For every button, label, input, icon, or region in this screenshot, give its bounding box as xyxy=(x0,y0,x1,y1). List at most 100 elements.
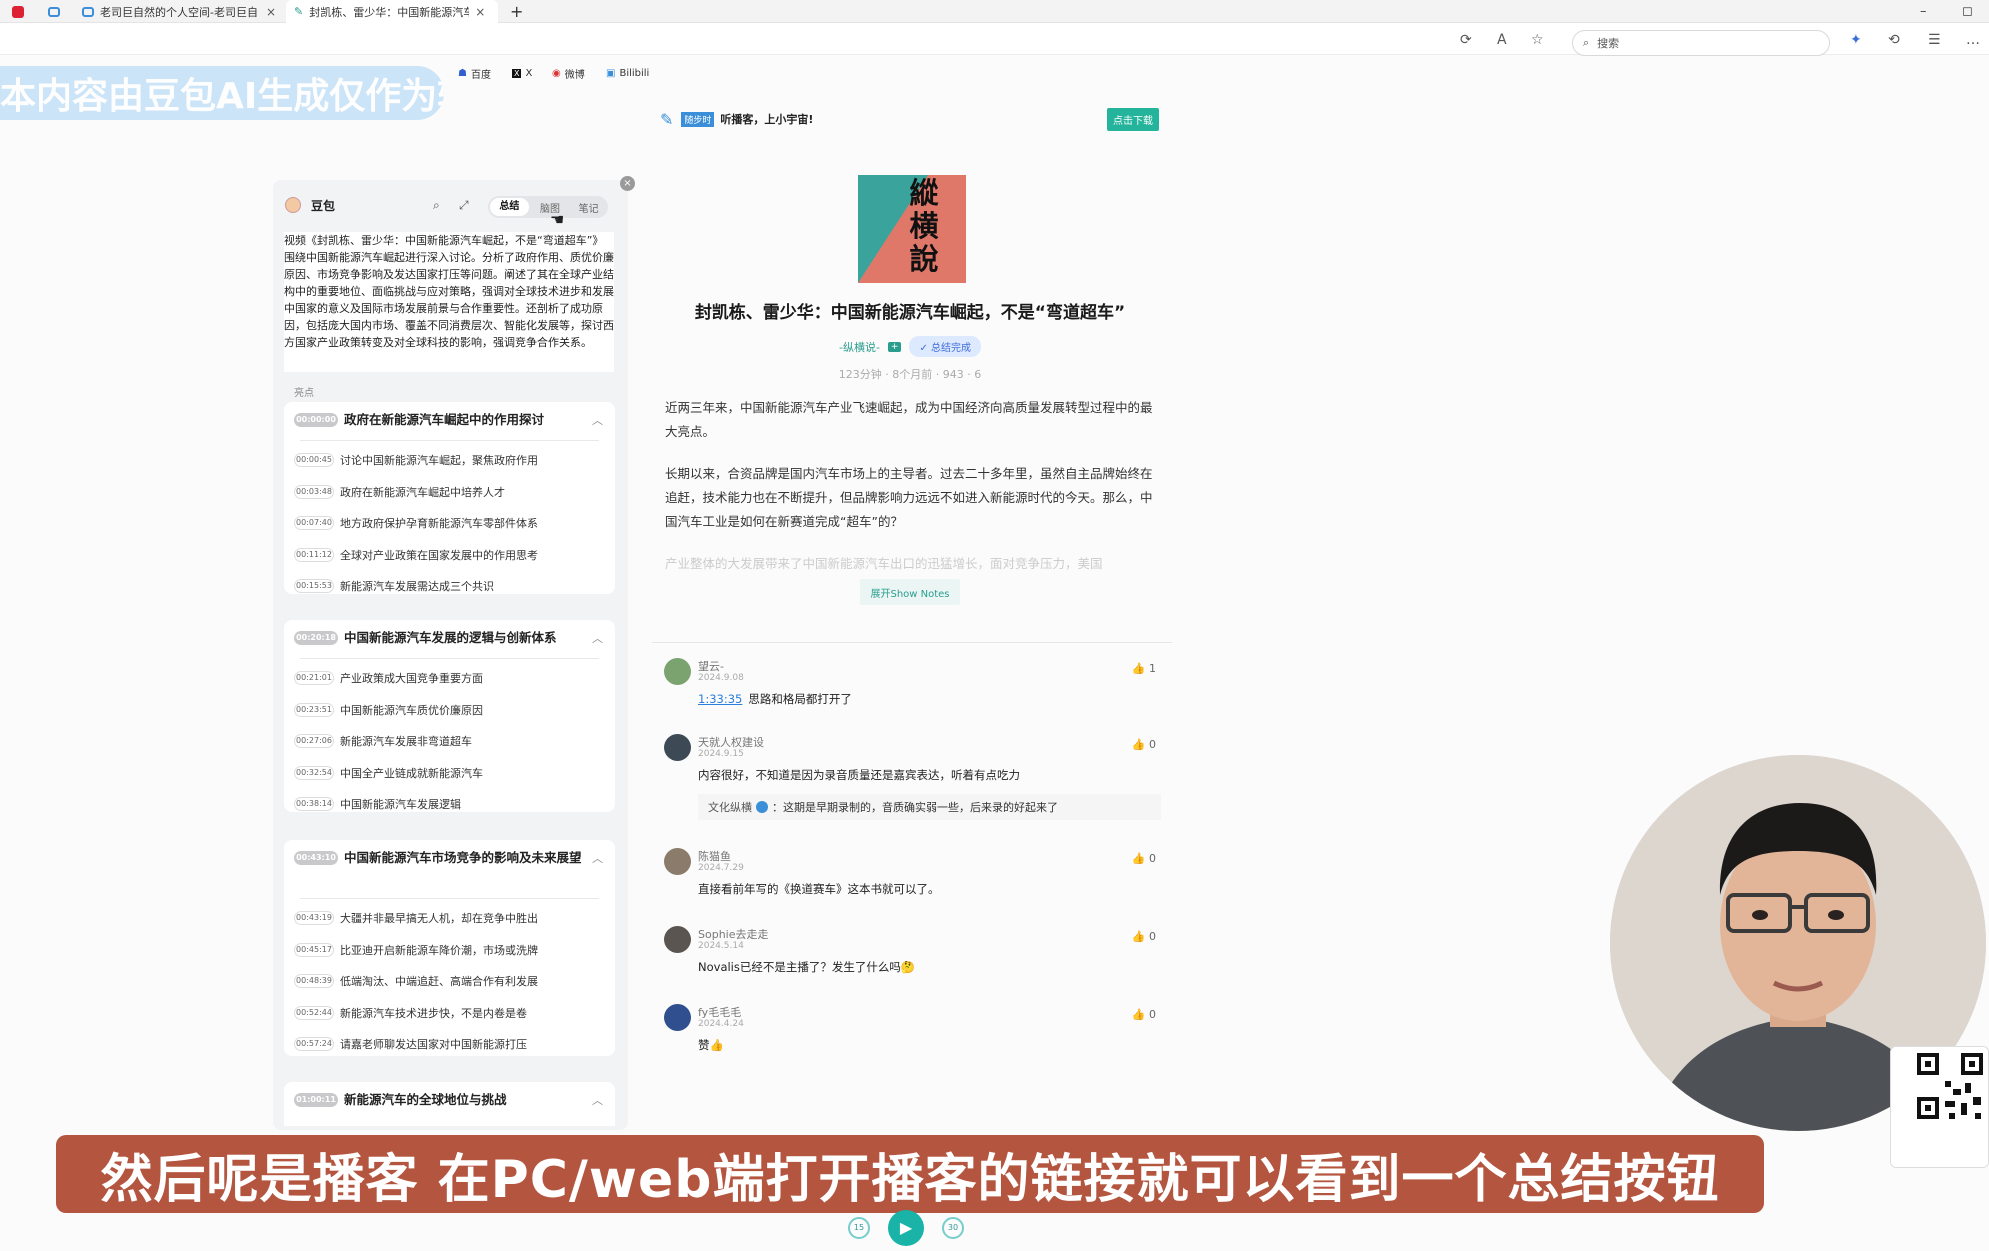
avatar[interactable] xyxy=(664,1004,691,1031)
bookmark-weibo[interactable]: ◉ 微博 xyxy=(552,62,585,84)
bookmark-x[interactable]: XX xyxy=(512,62,532,84)
subscribe-icon[interactable]: + xyxy=(887,341,902,352)
list-item[interactable]: 00:00:45 讨论中国新能源汽车崛起，聚焦政府作用 xyxy=(294,450,538,470)
like-button[interactable]: 👍 0 xyxy=(1132,852,1156,865)
comment: 天就人权建设 2024.9.15 内容很好，不知道是因为录音质量还是嘉宾表达，听… xyxy=(664,734,1164,826)
forward-30-button[interactable]: 30 xyxy=(942,1217,964,1239)
comment-timestamp-link[interactable]: 1:33:35 xyxy=(698,692,742,706)
comment-author[interactable]: Sophie去走走 xyxy=(698,926,769,942)
reply-author[interactable]: 文化纵横 xyxy=(708,799,752,815)
panel-close-button[interactable]: × xyxy=(620,176,635,191)
chevron-up-icon[interactable]: ︿ xyxy=(592,850,603,866)
bilibili-icon xyxy=(82,6,94,17)
tab-notes[interactable]: 笔记 xyxy=(569,200,608,215)
favorite-star-icon[interactable]: ☆ xyxy=(1531,32,1544,48)
chevron-up-icon[interactable]: ︿ xyxy=(592,630,603,646)
bookmark-bilibili[interactable]: ▣ Bilibili xyxy=(606,62,649,84)
description-paragraph: 近两三年来，中国新能源汽车产业飞速崛起，成为中国经济向高质量发展转型过程中的最大… xyxy=(665,400,1153,439)
xiaoyuzhou-icon: ✎ xyxy=(294,5,304,18)
search-input[interactable]: ⌕ 搜索 xyxy=(1572,30,1830,56)
list-item[interactable]: 00:15:53 新能源汽车发展需达成三个共识 xyxy=(294,576,494,596)
read-aloud-icon[interactable]: A xyxy=(1497,32,1507,48)
section-title: 新能源汽车的全球地位与挑战 xyxy=(344,1092,507,1107)
extensions-icon[interactable]: ⟲ xyxy=(1888,32,1900,48)
list-item[interactable]: 00:52:44 新能源汽车技术进步快，不是内卷是卷 xyxy=(294,1003,527,1023)
podcast-name[interactable]: -纵横说- xyxy=(839,339,880,355)
bookmark-baidu[interactable]: ☗ 百度 xyxy=(458,62,491,84)
list-item[interactable]: 00:03:48 政府在新能源汽车崛起中培养人才 xyxy=(294,482,505,502)
list-item[interactable]: 00:43:19 大疆并非最早搞无人机，却在竞争中胜出 xyxy=(294,908,538,928)
section-timestamp[interactable]: 01:00:11 xyxy=(294,1093,338,1107)
section-title: 政府在新能源汽车崛起中的作用探讨 xyxy=(344,412,545,427)
episode-meta: 123分钟 · 8个月前 · 943 · 6 xyxy=(838,368,982,381)
chevron-up-icon[interactable]: ︿ xyxy=(592,412,603,428)
translate-icon[interactable]: ⟳ xyxy=(1460,32,1472,48)
like-button[interactable]: 👍 1 xyxy=(1132,662,1156,675)
list-item[interactable]: 00:07:40 地方政府保护孕育新能源汽车零部件体系 xyxy=(294,513,538,533)
comment-text: 赞👍 xyxy=(698,1038,724,1052)
section-timestamp[interactable]: 00:00:00 xyxy=(294,413,338,427)
tab-personal-space[interactable]: 老司巨自然的个人空间-老司巨自 × xyxy=(74,0,286,23)
highlight-section[interactable]: 01:00:11 新能源汽车的全球地位与挑战 ︿ xyxy=(284,1082,615,1126)
thumbs-up-icon: 👍 xyxy=(1131,738,1146,751)
close-icon[interactable]: × xyxy=(475,5,485,19)
bilibili-tab-icon[interactable] xyxy=(40,0,68,23)
search-icon[interactable]: ⌕ xyxy=(433,198,440,213)
player-controls: 15 ▶ 30 xyxy=(848,1208,968,1248)
bilibili-icon: ▣ xyxy=(606,67,616,79)
list-item[interactable]: 00:11:12 全球对产业政策在国家发展中的作用思考 xyxy=(294,545,538,565)
search-icon: ⌕ xyxy=(1583,36,1590,49)
comment-author[interactable]: 陈猫鱼 xyxy=(698,848,731,864)
list-item[interactable]: 00:23:51 中国新能源汽车质优价廉原因 xyxy=(294,700,483,720)
tab-summary[interactable]: 总结 xyxy=(490,198,529,216)
list-item[interactable]: 00:38:14 中国新能源汽车发展逻辑 xyxy=(294,794,461,814)
copilot-icon[interactable]: ✦ xyxy=(1850,32,1862,48)
avatar[interactable] xyxy=(664,658,691,685)
close-icon[interactable]: × xyxy=(266,5,276,19)
baidu-icon: ☗ xyxy=(458,67,467,79)
avatar[interactable] xyxy=(664,848,691,875)
play-button[interactable]: ▶ xyxy=(888,1210,924,1246)
favorites-icon[interactable]: ☰ xyxy=(1928,32,1941,48)
list-item[interactable]: 00:45:17 比亚迪开启新能源车降价潮，市场或洗牌 xyxy=(294,940,538,960)
list-item[interactable]: 00:21:01 产业政策成大国竞争重要方面 xyxy=(294,668,483,688)
more-icon[interactable]: … xyxy=(1966,32,1980,48)
new-tab-button[interactable]: + xyxy=(502,0,531,23)
list-item[interactable]: 00:57:24 请嘉老师聊发达国家对中国新能源打压 xyxy=(294,1034,527,1054)
highlight-section[interactable]: 00:20:18 中国新能源汽车发展的逻辑与创新体系 ︿ 00:21:01 产业政策… xyxy=(284,620,615,812)
list-item[interactable]: 00:32:54 中国全产业链成就新能源汽车 xyxy=(294,763,483,783)
tab-episode[interactable]: ✎ 封凯栋、雷少华：中国新能源汽车 × xyxy=(286,0,498,23)
like-button[interactable]: 👍 0 xyxy=(1132,930,1156,943)
download-button[interactable]: 点击下载 xyxy=(1107,108,1159,131)
show-notes-button[interactable]: 展开Show Notes xyxy=(860,579,960,605)
list-item[interactable]: 00:27:06 新能源汽车发展非弯道超车 xyxy=(294,731,472,751)
comment-author[interactable]: 望云- xyxy=(698,658,724,674)
highlights-label: 亮点 xyxy=(294,388,314,399)
tab-title: 封凯栋、雷少华：中国新能源汽车 xyxy=(309,5,470,19)
maximize-button[interactable]: ◻ xyxy=(1962,0,1973,23)
minimize-button[interactable]: – xyxy=(1920,0,1927,23)
video-caption: 然后呢是播客 在PC/web端打开播客的链接就可以看到一个总结按钮 xyxy=(56,1135,1764,1213)
highlight-section[interactable]: 00:00:00 政府在新能源汽车崛起中的作用探讨 ︿ 00:00:45 讨论中国新… xyxy=(284,402,615,594)
thumbs-up-icon: 👍 xyxy=(1131,662,1146,675)
brand-tag: 随步时 xyxy=(681,111,715,127)
section-timestamp[interactable]: 00:20:18 xyxy=(294,631,338,645)
section-timestamp[interactable]: 00:43:10 xyxy=(294,851,338,865)
highlight-section[interactable]: 00:43:10 中国新能源汽车市场竞争的影响及未来展望 ︿ 00:43:19 大疆… xyxy=(284,840,615,1056)
avatar[interactable] xyxy=(664,734,691,761)
avatar[interactable] xyxy=(664,926,691,953)
qr-code[interactable] xyxy=(1890,1046,1989,1168)
like-button[interactable]: 👍 0 xyxy=(1132,1008,1156,1021)
tagline: 听播客，上小宇宙! xyxy=(720,113,814,126)
list-item[interactable]: 00:48:39 低端淘汰、中端追赶、高端合作有利发展 xyxy=(294,971,538,991)
like-button[interactable]: 👍 0 xyxy=(1132,738,1156,751)
app-menu-icon[interactable] xyxy=(4,0,32,23)
comment-author[interactable]: 天就人权建设 xyxy=(698,734,764,750)
summary-done-badge[interactable]: ✓ 总结完成 xyxy=(909,336,982,357)
chevron-up-icon[interactable]: ︿ xyxy=(592,1092,603,1108)
comment-text: 内容很好，不知道是因为录音质量还是嘉宾表达，听着有点吃力 xyxy=(698,768,1020,782)
rewind-15-button[interactable]: 15 xyxy=(848,1217,870,1239)
comment-author[interactable]: fy毛毛毛 xyxy=(698,1004,741,1020)
expand-icon[interactable]: ⤢ xyxy=(459,198,469,213)
podcast-cover: 縱横說 xyxy=(858,175,966,283)
